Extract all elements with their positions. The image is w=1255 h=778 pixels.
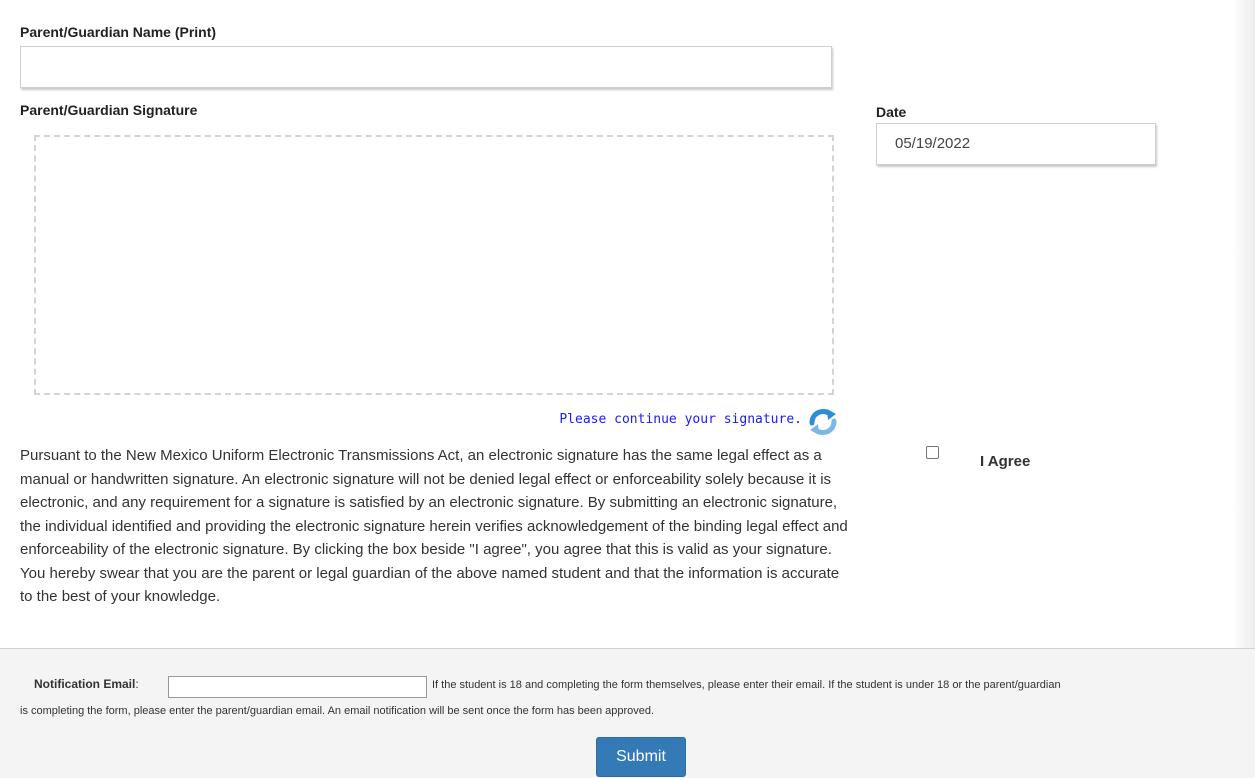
notification-email-label-text: Notification Email xyxy=(34,677,136,691)
legal-disclaimer-text: Pursuant to the New Mexico Uniform Elect… xyxy=(20,447,848,605)
agree-label: I Agree xyxy=(980,453,1031,470)
notification-help-line-1: If the student is 18 and completing the … xyxy=(432,679,1061,691)
signature-label: Parent/Guardian Signature xyxy=(20,102,198,118)
date-label: Date xyxy=(876,104,907,120)
submit-button[interactable]: Submit xyxy=(596,737,686,777)
notification-email-input[interactable] xyxy=(168,676,427,698)
notification-help-line-2: is completing the form, please enter the… xyxy=(20,705,655,717)
continue-signature-text: Please continue your signature. xyxy=(559,412,802,427)
notification-email-label: Notification Email: xyxy=(34,677,139,691)
signature-pad[interactable] xyxy=(34,135,834,395)
date-input[interactable] xyxy=(876,123,1156,165)
parent-name-input[interactable] xyxy=(20,46,832,88)
notification-section: Notification Email: If the student is 18… xyxy=(0,649,1255,778)
signature-continue-row: Please continue your signature. xyxy=(550,408,840,436)
agree-checkbox[interactable] xyxy=(926,446,939,459)
name-label: Parent/Guardian Name (Print) xyxy=(20,24,217,40)
refresh-icon[interactable] xyxy=(808,408,838,436)
notification-email-colon: : xyxy=(135,677,139,691)
